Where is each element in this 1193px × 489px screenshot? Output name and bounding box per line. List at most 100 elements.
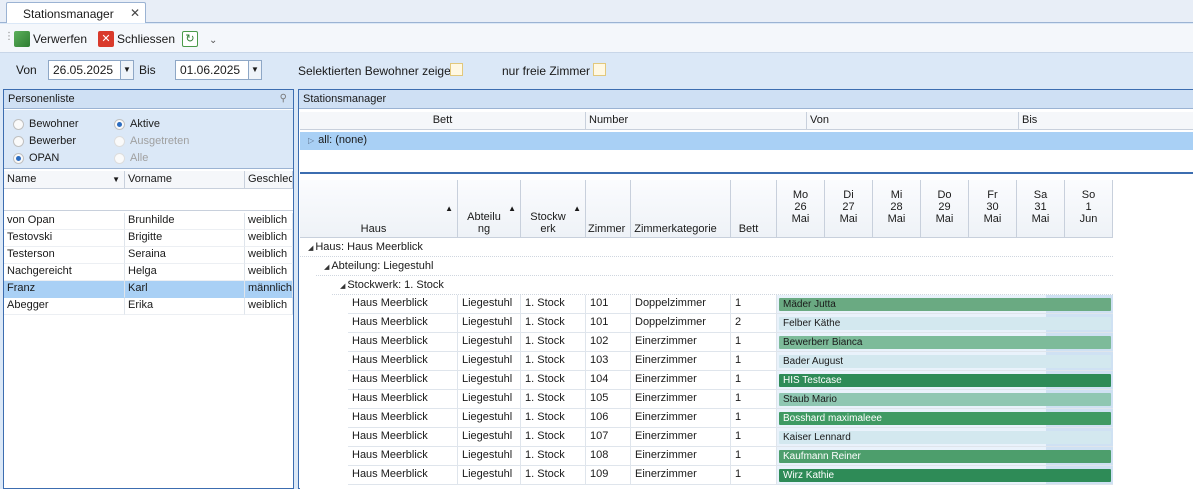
cell-kategorie: Einerzimmer (631, 409, 731, 428)
from-date-dropdown-icon[interactable]: ▼ (120, 61, 133, 79)
day-day: 26 (794, 201, 807, 213)
group-row-all[interactable]: ▷ all: (none) (300, 132, 1193, 150)
radio-aktive-label: Aktive (130, 118, 160, 130)
toolbar-overflow-icon[interactable]: ⌄ (209, 35, 217, 46)
cell-bett: 1 (731, 352, 777, 371)
group-row[interactable]: ◢ Stockwerk: 1. Stock (332, 276, 1113, 295)
occupancy-bar[interactable]: Kaiser Lennard (779, 431, 1111, 444)
radio-opan[interactable] (13, 153, 24, 164)
occupancy-bar[interactable]: Bader August (779, 355, 1111, 368)
cell-abteilung: Liegestuhl (458, 295, 521, 314)
cell-abteilung: Liegestuhl (458, 371, 521, 390)
grid-col-kategorie-header[interactable]: Zimmerkategorie (631, 180, 731, 237)
grid-col-abteilung-header[interactable]: Abteilu ng ▲ (458, 180, 521, 237)
person-cell-name: Nachgereicht (4, 264, 125, 281)
day-mon: Jun (1079, 213, 1098, 225)
cell-kategorie: Einerzimmer (631, 371, 731, 390)
day-column-header[interactable]: Sa 31 Mai (1017, 180, 1065, 237)
day-column-header[interactable]: Di 27 Mai (825, 180, 873, 237)
close-button[interactable]: ✕ Schliessen (98, 30, 175, 48)
col-geschlecht-header[interactable]: Geschlec (245, 171, 293, 189)
expand-icon[interactable]: ▷ (308, 136, 314, 145)
cell-bett: 1 (731, 409, 777, 428)
cell-stockwerk: 1. Stock (521, 352, 586, 371)
grid-col-stockwerk-header[interactable]: Stockw erk ▲ (521, 180, 586, 237)
to-date-dropdown-icon[interactable]: ▼ (248, 61, 261, 79)
radio-bewohner[interactable] (13, 119, 24, 130)
person-row[interactable]: Franz Karl männlich (4, 281, 293, 298)
bed-assignment-grid: Bett Number Von Bis ▷ all: (none) (300, 112, 1193, 174)
person-row[interactable]: Testovski Brigitte weiblich (4, 230, 293, 247)
station-manager-header: Stationsmanager (299, 90, 1193, 109)
person-row[interactable]: Nachgereicht Helga weiblich (4, 264, 293, 281)
occupancy-bar[interactable]: Staub Mario (779, 393, 1111, 406)
grid-col-zimmer-label: Zimmer (588, 223, 626, 235)
day-day: 27 (842, 201, 855, 213)
occupancy-bar[interactable]: Kaufmann Reiner (779, 450, 1111, 463)
group-row[interactable]: ◢ Abteilung: Liegestuhl (316, 257, 1113, 276)
to-label: Bis (139, 63, 156, 77)
grid-col-bett-header[interactable]: Bett (731, 180, 777, 237)
cell-bett: 1 (731, 428, 777, 447)
cell-haus: Haus Meerblick (348, 409, 458, 428)
occupancy-bar[interactable]: Wirz Kathie (779, 469, 1111, 482)
cell-zimmer: 104 (586, 371, 631, 390)
radio-bewerber[interactable] (13, 136, 24, 147)
occupancy-bar[interactable]: Felber Käthe (779, 317, 1111, 330)
day-dow: Fr (987, 189, 998, 201)
station-manager-title: Stationsmanager (303, 93, 387, 105)
radio-ausgetreten-label: Ausgetreten (130, 135, 190, 147)
day-day: 31 (1034, 201, 1047, 213)
group-row[interactable]: ◢ Haus: Haus Meerblick (300, 238, 1113, 257)
col-name-header[interactable]: Name ▼ (4, 171, 125, 189)
person-list-panel: Personenliste ⚲ Bewohner Bewerber OPAN A… (3, 89, 294, 489)
col-bis-header[interactable]: Bis (1019, 112, 1193, 130)
grid-col-zimmer-header[interactable]: Zimmer (586, 180, 631, 237)
person-row[interactable]: Abegger Erika weiblich (4, 298, 293, 315)
occupancy-bar[interactable]: HIS Testcase (779, 374, 1111, 387)
discard-button[interactable]: Verwerfen (14, 30, 87, 48)
free-rooms-checkbox[interactable] (593, 63, 606, 76)
cell-zimmer: 109 (586, 466, 631, 485)
day-dow: So (1081, 189, 1096, 201)
cell-kategorie: Einerzimmer (631, 333, 731, 352)
day-column-header[interactable]: Do 29 Mai (921, 180, 969, 237)
pin-icon[interactable]: ⚲ (280, 93, 287, 104)
cell-stockwerk: 1. Stock (521, 295, 586, 314)
grid-col-abteilung-label: Abteilu ng (467, 211, 501, 235)
group-all-label: all: (none) (318, 134, 368, 146)
day-column-header[interactable]: Mo 26 Mai (777, 180, 825, 237)
day-column-header[interactable]: Fr 30 Mai (969, 180, 1017, 237)
from-date-field[interactable]: 26.05.2025 ▼ (48, 60, 134, 80)
col-von-header[interactable]: Von (807, 112, 1019, 130)
day-column-header[interactable]: Mi 28 Mai (873, 180, 921, 237)
cell-bett: 2 (731, 314, 777, 333)
occupancy-bar[interactable]: Bosshard maximaleee (779, 412, 1111, 425)
filter-row[interactable] (4, 189, 293, 211)
tab-stationsmanager[interactable]: Stationsmanager ✕ (6, 2, 146, 23)
filter-dropdown-icon[interactable]: ▼ (112, 175, 120, 184)
person-row[interactable]: Testerson Seraina weiblich (4, 247, 293, 264)
col-number-header[interactable]: Number (586, 112, 807, 130)
to-date-field[interactable]: 01.06.2025 ▼ (175, 60, 262, 80)
close-icon[interactable]: ✕ (130, 6, 140, 20)
occupancy-bar[interactable]: Mäder Jutta (779, 298, 1111, 311)
day-day: 28 (890, 201, 903, 213)
filter-radio-area: Bewohner Bewerber OPAN Aktive Ausgetrete… (4, 110, 293, 169)
selected-resident-checkbox[interactable] (450, 63, 463, 76)
person-cell-geschlecht: weiblich (245, 213, 293, 230)
cell-haus: Haus Meerblick (348, 295, 458, 314)
col-vorname-header[interactable]: Vorname (125, 171, 245, 189)
col-bett-header[interactable]: Bett (300, 112, 586, 130)
day-column-header[interactable]: So 1 Jun (1065, 180, 1113, 237)
occupancy-bar[interactable]: Bewerberr Bianca (779, 336, 1111, 349)
person-row[interactable]: von Opan Brunhilde weiblich (4, 213, 293, 230)
grid-col-haus-header[interactable]: Haus ▲ (300, 180, 458, 237)
radio-aktive[interactable] (114, 119, 125, 130)
cell-kategorie: Einerzimmer (631, 428, 731, 447)
refresh-button[interactable]: ↻ (182, 30, 201, 48)
person-cell-vorname: Brigitte (125, 230, 245, 247)
sort-ascending-icon: ▲ (508, 204, 516, 213)
person-cell-name: Franz (4, 281, 125, 298)
person-list-title: Personenliste (8, 93, 75, 105)
